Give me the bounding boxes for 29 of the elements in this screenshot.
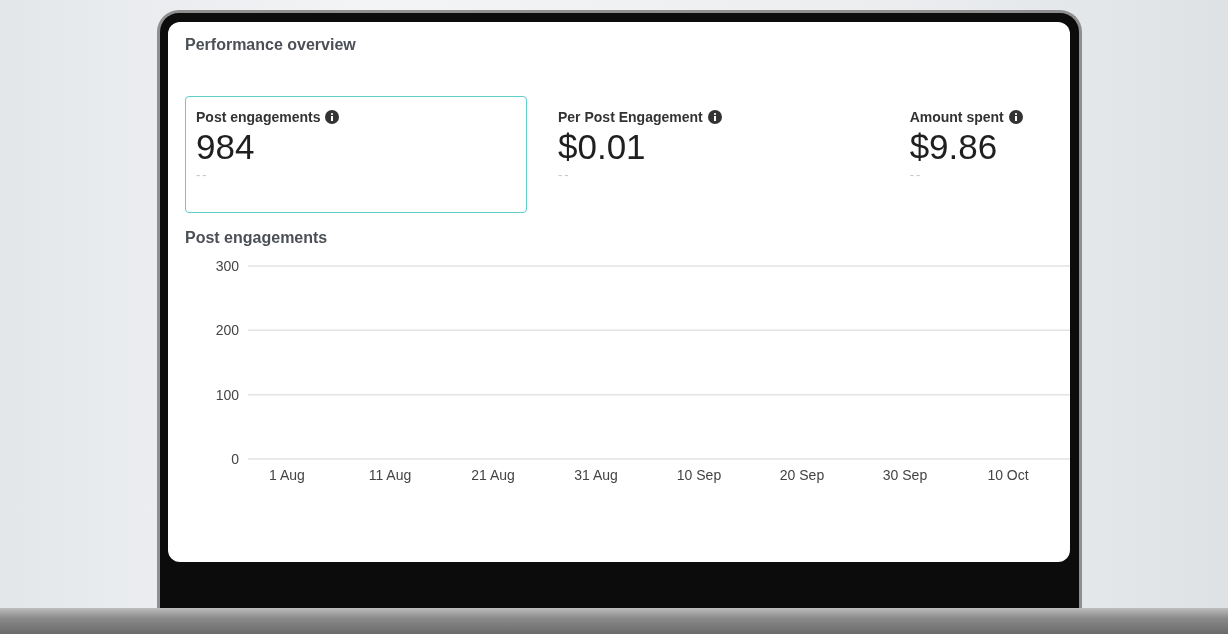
metric-label: Per Post Engagement [558, 109, 703, 125]
chart-title: Post engagements [185, 229, 329, 247]
axis-label: 31 Aug [574, 467, 618, 483]
axis-label: 300 [215, 258, 239, 274]
axis-label: 100 [215, 386, 239, 403]
axis-label: 20 Sep [779, 467, 825, 483]
metric-comparison: -- [909, 167, 923, 182]
axis-label: 200 [215, 322, 239, 339]
page-title: Performance overview [185, 36, 357, 54]
metric-value: 984 [196, 127, 255, 167]
axis-label: 0 [231, 451, 239, 467]
axis-label: 10 Oct [987, 467, 1029, 483]
metric-card[interactable]: Post engagements 984 -- [185, 96, 527, 213]
metric-label: Post engagements [196, 109, 321, 125]
metric-panel[interactable]: Per Post Engagement $0.01 -- [547, 96, 899, 213]
axis-label: 1 Aug [269, 467, 305, 483]
metric-panel[interactable]: Amount spent $9.86 -- [898, 96, 1044, 213]
axis-label: 10 Sep [676, 467, 722, 483]
metric-comparison: -- [558, 167, 571, 182]
metric-label: Amount spent [909, 109, 1004, 125]
info-icon[interactable] [707, 110, 722, 124]
info-icon[interactable] [1008, 110, 1023, 124]
metric-value: $0.01 [558, 127, 646, 167]
axis-label: 11 Aug [368, 467, 412, 483]
metric-value: $9.86 [909, 127, 998, 167]
metric-comparison: -- [196, 167, 209, 182]
axis-label: 30 Sep [882, 467, 928, 483]
info-icon[interactable] [325, 110, 340, 124]
axis-label: 21 Aug [471, 467, 515, 483]
